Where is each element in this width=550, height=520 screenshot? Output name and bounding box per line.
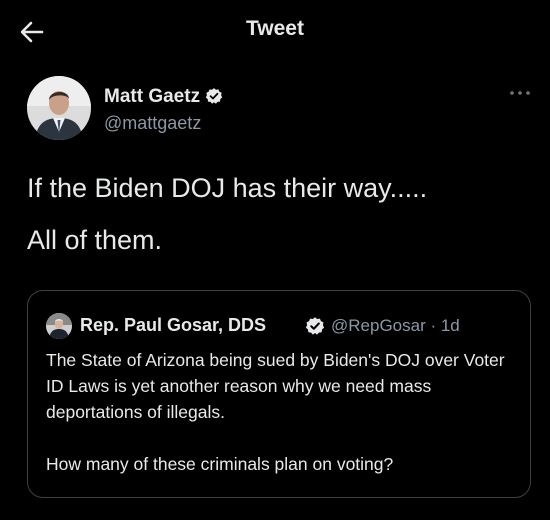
page-title: Tweet <box>246 17 304 40</box>
author-name-text: Matt Gaetz <box>104 86 201 107</box>
avatar-image <box>27 76 91 140</box>
more-button[interactable] <box>508 86 532 98</box>
quoted-tweet[interactable]: Rep. Paul Gosar, DDS @RepGosar · 1d The … <box>27 290 531 498</box>
verified-badge-icon <box>205 88 223 104</box>
top-bar: Tweet <box>0 0 550 60</box>
tweet-author: Matt Gaetz @mattgaetz <box>27 76 532 142</box>
author-handle[interactable]: @mattgaetz <box>104 113 201 134</box>
tweet-text-line-1: If the Biden DOJ has their way..... <box>27 173 428 203</box>
verified-badge-icon <box>305 317 325 335</box>
quoted-author-name: Rep. Paul Gosar, DDS <box>80 315 267 335</box>
quoted-author-handle: @RepGosar · 1d <box>331 316 460 335</box>
author-name[interactable]: Matt Gaetz <box>104 86 223 108</box>
quoted-avatar-image <box>46 313 72 339</box>
more-horizontal-icon <box>510 91 530 95</box>
quoted-tweet-text: The State of Arizona being sued by Biden… <box>46 350 505 474</box>
tweet-text-line-2: All of them. <box>27 225 163 255</box>
avatar[interactable] <box>27 76 91 140</box>
quoted-avatar <box>46 313 72 339</box>
